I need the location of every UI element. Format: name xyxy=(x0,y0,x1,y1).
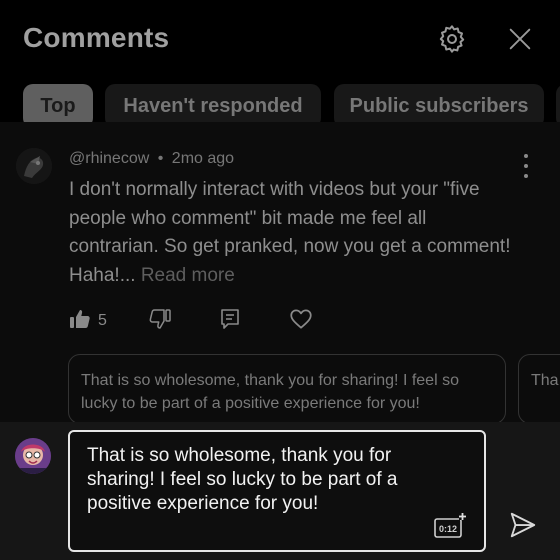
comment-text: I don't normally interact with videos bu… xyxy=(69,176,519,290)
like-count: 5 xyxy=(98,312,107,329)
like-button[interactable]: 5 xyxy=(68,306,107,336)
comment-thread: @rhinecow • 2mo ago I don't normally int… xyxy=(0,122,560,422)
thumbs-down-icon xyxy=(148,307,172,336)
reply-input-text[interactable]: That is so wholesome, thank you for shar… xyxy=(87,444,407,516)
reply-composer: That is so wholesome, thank you for shar… xyxy=(0,422,560,560)
comment-meta: @rhinecow • 2mo ago xyxy=(69,150,234,168)
comment-age: 2mo ago xyxy=(171,150,235,167)
send-icon xyxy=(508,510,538,545)
commenter-avatar[interactable] xyxy=(16,148,52,184)
insert-timestamp-button[interactable]: 0:12 xyxy=(434,512,466,540)
read-more-link[interactable]: Read more xyxy=(141,265,235,286)
gear-icon[interactable] xyxy=(435,22,469,56)
meta-separator: • xyxy=(157,150,164,167)
suggested-reply-chip[interactable]: Tha fron xyxy=(518,354,560,422)
heart-button[interactable] xyxy=(288,306,314,336)
reply-button[interactable] xyxy=(218,306,242,336)
comment-author[interactable]: @rhinecow xyxy=(69,150,149,167)
close-icon[interactable] xyxy=(503,22,537,56)
reply-icon xyxy=(218,307,242,336)
send-button[interactable] xyxy=(506,510,540,544)
reply-input[interactable]: That is so wholesome, thank you for shar… xyxy=(68,430,486,552)
dislike-button[interactable] xyxy=(148,306,172,336)
comment-body: I don't normally interact with videos bu… xyxy=(69,179,511,286)
page-title: Comments xyxy=(23,22,170,53)
avatar xyxy=(15,438,51,474)
comments-header: Comments xyxy=(0,0,560,80)
timestamp-label: 0:12 xyxy=(439,524,457,534)
more-options-icon[interactable] xyxy=(514,154,538,178)
heart-icon xyxy=(288,306,314,337)
suggested-reply-chip[interactable]: That is so wholesome, thank you for shar… xyxy=(68,354,506,422)
thumbs-up-icon xyxy=(68,307,92,336)
